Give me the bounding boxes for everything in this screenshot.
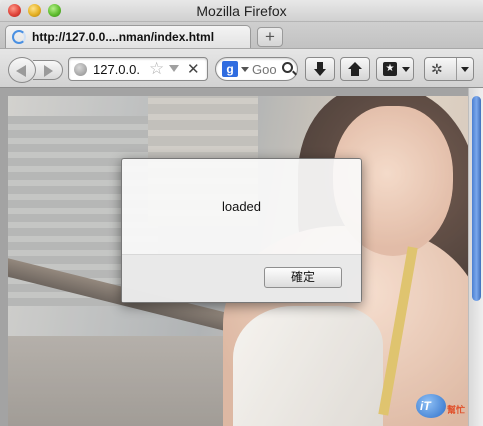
ok-button[interactable]: 確定 [264,267,342,288]
url-bar[interactable]: ☆ ✕ [68,57,208,81]
downloads-button[interactable] [305,57,335,81]
search-icon[interactable] [282,62,293,73]
back-button[interactable] [8,57,36,83]
addon-separator [456,58,457,80]
download-arrow-icon [314,62,326,76]
tab-label: http://127.0.0....nman/index.html [32,30,215,44]
google-engine-icon[interactable]: g [222,61,238,77]
dialog-footer: 確定 [122,254,361,302]
bookmarks-menu-button[interactable]: ★ [376,57,414,81]
globe-icon [74,63,87,76]
addon-menu-button[interactable]: ✲ [424,57,474,81]
url-input[interactable] [93,62,148,77]
watermark-sub-text: 幫忙 [447,405,466,415]
addon-dropdown-icon[interactable] [461,67,469,72]
scrollbar-thumb[interactable] [472,96,481,301]
window-title: Mozilla Firefox [196,3,287,19]
bookmarks-icon: ★ [383,62,397,76]
ithelp-watermark-logo: iT 幫忙 [416,390,474,420]
firefox-window: Mozilla Firefox http://127.0.0....nman/i… [0,0,483,426]
alert-dialog: loaded 確定 [121,158,362,303]
search-input[interactable] [252,62,284,77]
title-bar: Mozilla Firefox [0,0,483,22]
url-history-dropdown-icon[interactable] [169,65,179,72]
navigation-toolbar: ☆ ✕ g ★ ✲ [0,48,483,88]
search-bar[interactable]: g [215,57,298,81]
forward-button[interactable] [33,60,63,80]
watermark-logo-text: iT [420,399,431,413]
home-button[interactable] [340,57,370,81]
alert-message: loaded [221,199,262,214]
loading-throbber-icon [12,30,26,44]
tab-strip: http://127.0.0....nman/index.html + [0,22,483,48]
back-forward-group [8,57,64,83]
engine-dropdown-icon[interactable] [241,67,249,72]
bookmark-star-icon[interactable]: ☆ [149,59,164,79]
tab-index[interactable]: http://127.0.0....nman/index.html [5,25,251,48]
new-tab-button[interactable]: + [257,27,283,47]
stop-icon[interactable]: ✕ [187,60,200,78]
home-icon [348,62,362,76]
addon-icon: ✲ [431,61,443,77]
bookmarks-dropdown-icon [402,67,410,72]
vertical-scrollbar[interactable] [468,88,483,426]
